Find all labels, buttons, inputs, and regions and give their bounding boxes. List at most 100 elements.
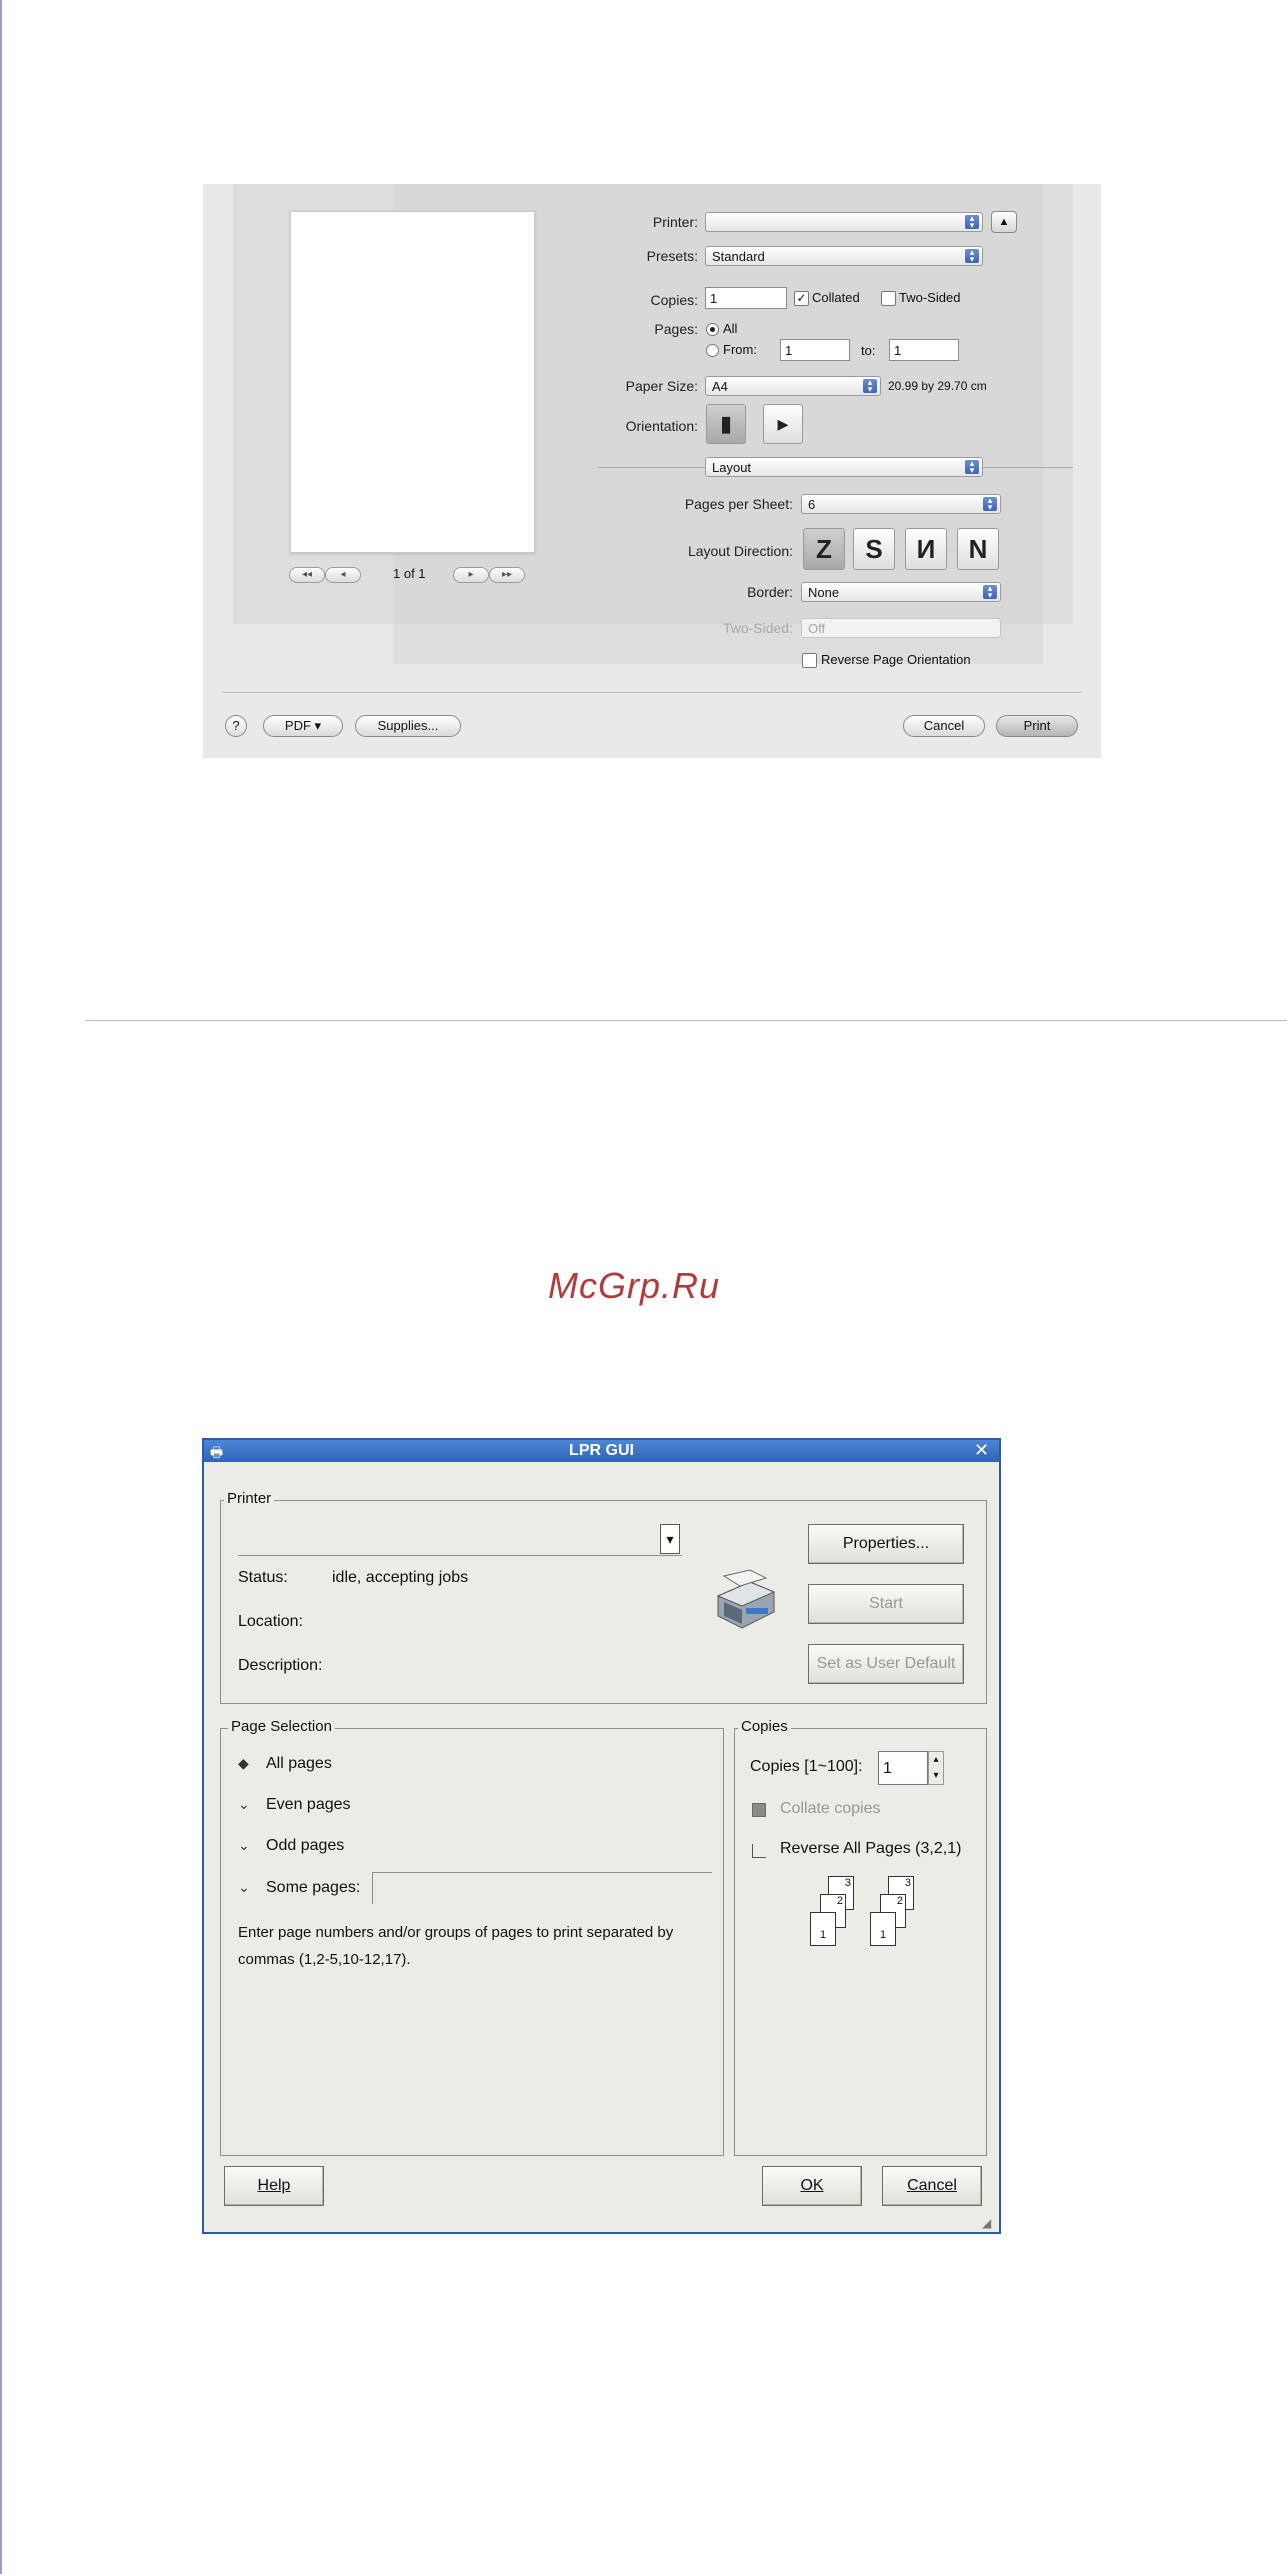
help-button[interactable]: Help <box>224 2166 324 2206</box>
select-arrow-icon: ▴ ▾ <box>965 248 979 264</box>
presets-label: Presets: <box>646 248 698 264</box>
some-pages-input[interactable] <box>372 1872 712 1904</box>
select-arrow-icon: ▴ ▾ <box>965 214 979 230</box>
set-as-user-default-button[interactable]: Set as User Default <box>808 1644 964 1684</box>
border-select[interactable]: None ▴ ▾ <box>801 582 1001 602</box>
some-pages-radio[interactable]: ⌄ <box>238 1879 250 1896</box>
layout-direction-reverse-n-button[interactable]: И <box>905 528 947 570</box>
help-button-label: Help <box>257 2177 291 2194</box>
reverse-all-pages-label: Reverse All Pages (3,2,1) <box>780 1840 962 1857</box>
page-preview <box>290 211 535 553</box>
border-label: Border: <box>747 584 793 600</box>
presets-select[interactable]: Standard ▴ ▾ <box>705 246 983 266</box>
radio-unselected-icon: ⌄ <box>238 1796 250 1812</box>
paper-size-dims: 20.99 by 29.70 cm <box>888 379 987 393</box>
pages-from-input[interactable]: 1 <box>780 339 850 361</box>
properties-button[interactable]: Properties... <box>808 1524 964 1564</box>
copies-spinner[interactable]: ▴ ▾ <box>928 1751 944 1785</box>
lpr-gui-window: LPR GUI 🖶 ✕ Printer ▾ Status: idle, acce… <box>202 1438 1001 2234</box>
printer-combo-button[interactable]: ▾ <box>660 1524 680 1554</box>
odd-pages-radio[interactable]: ⌄ <box>238 1837 250 1854</box>
paper-size-label: Paper Size: <box>625 378 698 394</box>
collapse-details-button[interactable]: ▲ <box>991 211 1017 233</box>
border-value: None <box>808 585 840 600</box>
printer-combo[interactable] <box>238 1524 682 1556</box>
cancel-button[interactable]: Cancel <box>882 2166 982 2206</box>
reverse-page-orientation-label: Reverse Page Orientation <box>821 652 971 667</box>
even-pages-radio[interactable]: ⌄ <box>238 1796 250 1813</box>
radio-selected-icon: ◆ <box>238 1755 249 1771</box>
copies-group-title: Copies <box>738 1718 791 1735</box>
first-page-button[interactable]: ◂◂ <box>289 567 325 583</box>
two-sided-select-label: Two-Sided: <box>722 620 793 636</box>
section-value: Layout <box>712 460 752 475</box>
portrait-icon: ▮ <box>719 411 733 436</box>
bottom-divider <box>223 692 1081 693</box>
collated-checkbox[interactable]: ✓ <box>794 291 809 306</box>
all-pages-label: All pages <box>266 1755 332 1772</box>
all-pages-radio[interactable]: ◆ <box>238 1755 249 1772</box>
copies-input[interactable]: 1 <box>705 287 787 309</box>
status-value: idle, accepting jobs <box>332 1569 469 1586</box>
presets-value: Standard <box>712 249 765 264</box>
some-pages-label: Some pages: <box>266 1879 361 1896</box>
last-page-button[interactable]: ▸▸ <box>489 567 525 583</box>
prev-page-button[interactable]: ◂ <box>325 567 361 583</box>
orientation-portrait-button[interactable]: ▮ <box>706 404 746 444</box>
paper-size-select[interactable]: A4 ▴ ▾ <box>705 376 881 396</box>
printer-label: Printer: <box>652 214 698 230</box>
two-sided-checkbox[interactable] <box>881 291 896 306</box>
section-select[interactable]: Layout ▴ ▾ <box>705 457 983 477</box>
collate-copies-checkbox[interactable] <box>752 1803 766 1817</box>
pages-label: Pages: <box>654 321 698 337</box>
ok-button[interactable]: OK <box>762 2166 862 2206</box>
paper-size-value: A4 <box>712 379 728 394</box>
supplies-button[interactable]: Supplies... <box>355 715 461 737</box>
start-button[interactable]: Start <box>808 1584 964 1624</box>
page-count: 1 of 1 <box>393 566 426 581</box>
print-button[interactable]: Print <box>996 715 1078 737</box>
description-label: Description: <box>238 1657 323 1674</box>
pages-to-input[interactable]: 1 <box>889 339 959 361</box>
even-pages-label: Even pages <box>266 1796 351 1813</box>
radio-unselected-icon: ⌄ <box>238 1879 250 1895</box>
pages-per-sheet-select[interactable]: 6 ▴ ▾ <box>801 494 1001 514</box>
spin-up-icon: ▴ <box>933 1754 939 1765</box>
pages-all-label: All <box>723 321 738 336</box>
collate-page: 1 <box>810 1912 836 1946</box>
layout-direction-s-button[interactable]: S <box>853 528 895 570</box>
select-arrow-icon: ▴ ▾ <box>983 496 997 512</box>
copies-label: Copies: <box>650 292 698 308</box>
ok-button-label: OK <box>800 2177 824 2194</box>
help-button[interactable]: ? <box>225 715 247 737</box>
window-title: LPR GUI <box>569 1442 634 1459</box>
orientation-landscape-button[interactable]: ▸ <box>763 404 803 444</box>
radio-unselected-icon: ⌄ <box>238 1837 250 1853</box>
layout-direction-z-button[interactable]: Z <box>803 528 845 570</box>
reverse-page-orientation-checkbox[interactable] <box>802 653 817 668</box>
copies-spin-input[interactable]: 1 <box>878 1751 928 1785</box>
status-label: Status: <box>238 1569 288 1586</box>
two-sided-select-value: Off <box>808 621 826 636</box>
resize-grip-icon[interactable]: ◢ <box>982 2216 991 2230</box>
collate-illustration: 3 2 1 3 2 1 <box>810 1876 920 1966</box>
reverse-all-pages-checkbox[interactable] <box>752 1844 766 1858</box>
orientation-label: Orientation: <box>625 418 698 434</box>
pages-from-radio[interactable] <box>706 344 719 357</box>
watermark: McGrp.Ru <box>548 1265 721 1306</box>
pdf-button[interactable]: PDF ▾ <box>263 715 343 737</box>
landscape-icon: ▸ <box>777 411 789 436</box>
two-sided-select: Off <box>801 618 1001 638</box>
pages-all-radio[interactable] <box>706 323 719 336</box>
collated-label: Collated <box>812 290 860 305</box>
mac-print-dialog: ◂◂ ◂ 1 of 1 ▸ ▸▸ Printer: ▴ ▾ ▲ Presets: … <box>203 184 1101 758</box>
triangle-up-icon: ▲ <box>998 216 1010 228</box>
next-page-button[interactable]: ▸ <box>453 567 489 583</box>
printer-select[interactable]: ▴ ▾ <box>705 212 983 232</box>
layout-direction-n-button[interactable]: N <box>957 528 999 570</box>
close-icon[interactable]: ✕ <box>974 1440 989 1461</box>
copies-label: Copies [1~100]: <box>750 1758 863 1775</box>
cancel-button[interactable]: Cancel <box>903 715 985 737</box>
page-selection-hint: Enter page numbers and/or groups of page… <box>238 1924 674 1968</box>
page-selection-group-title: Page Selection <box>228 1718 335 1735</box>
